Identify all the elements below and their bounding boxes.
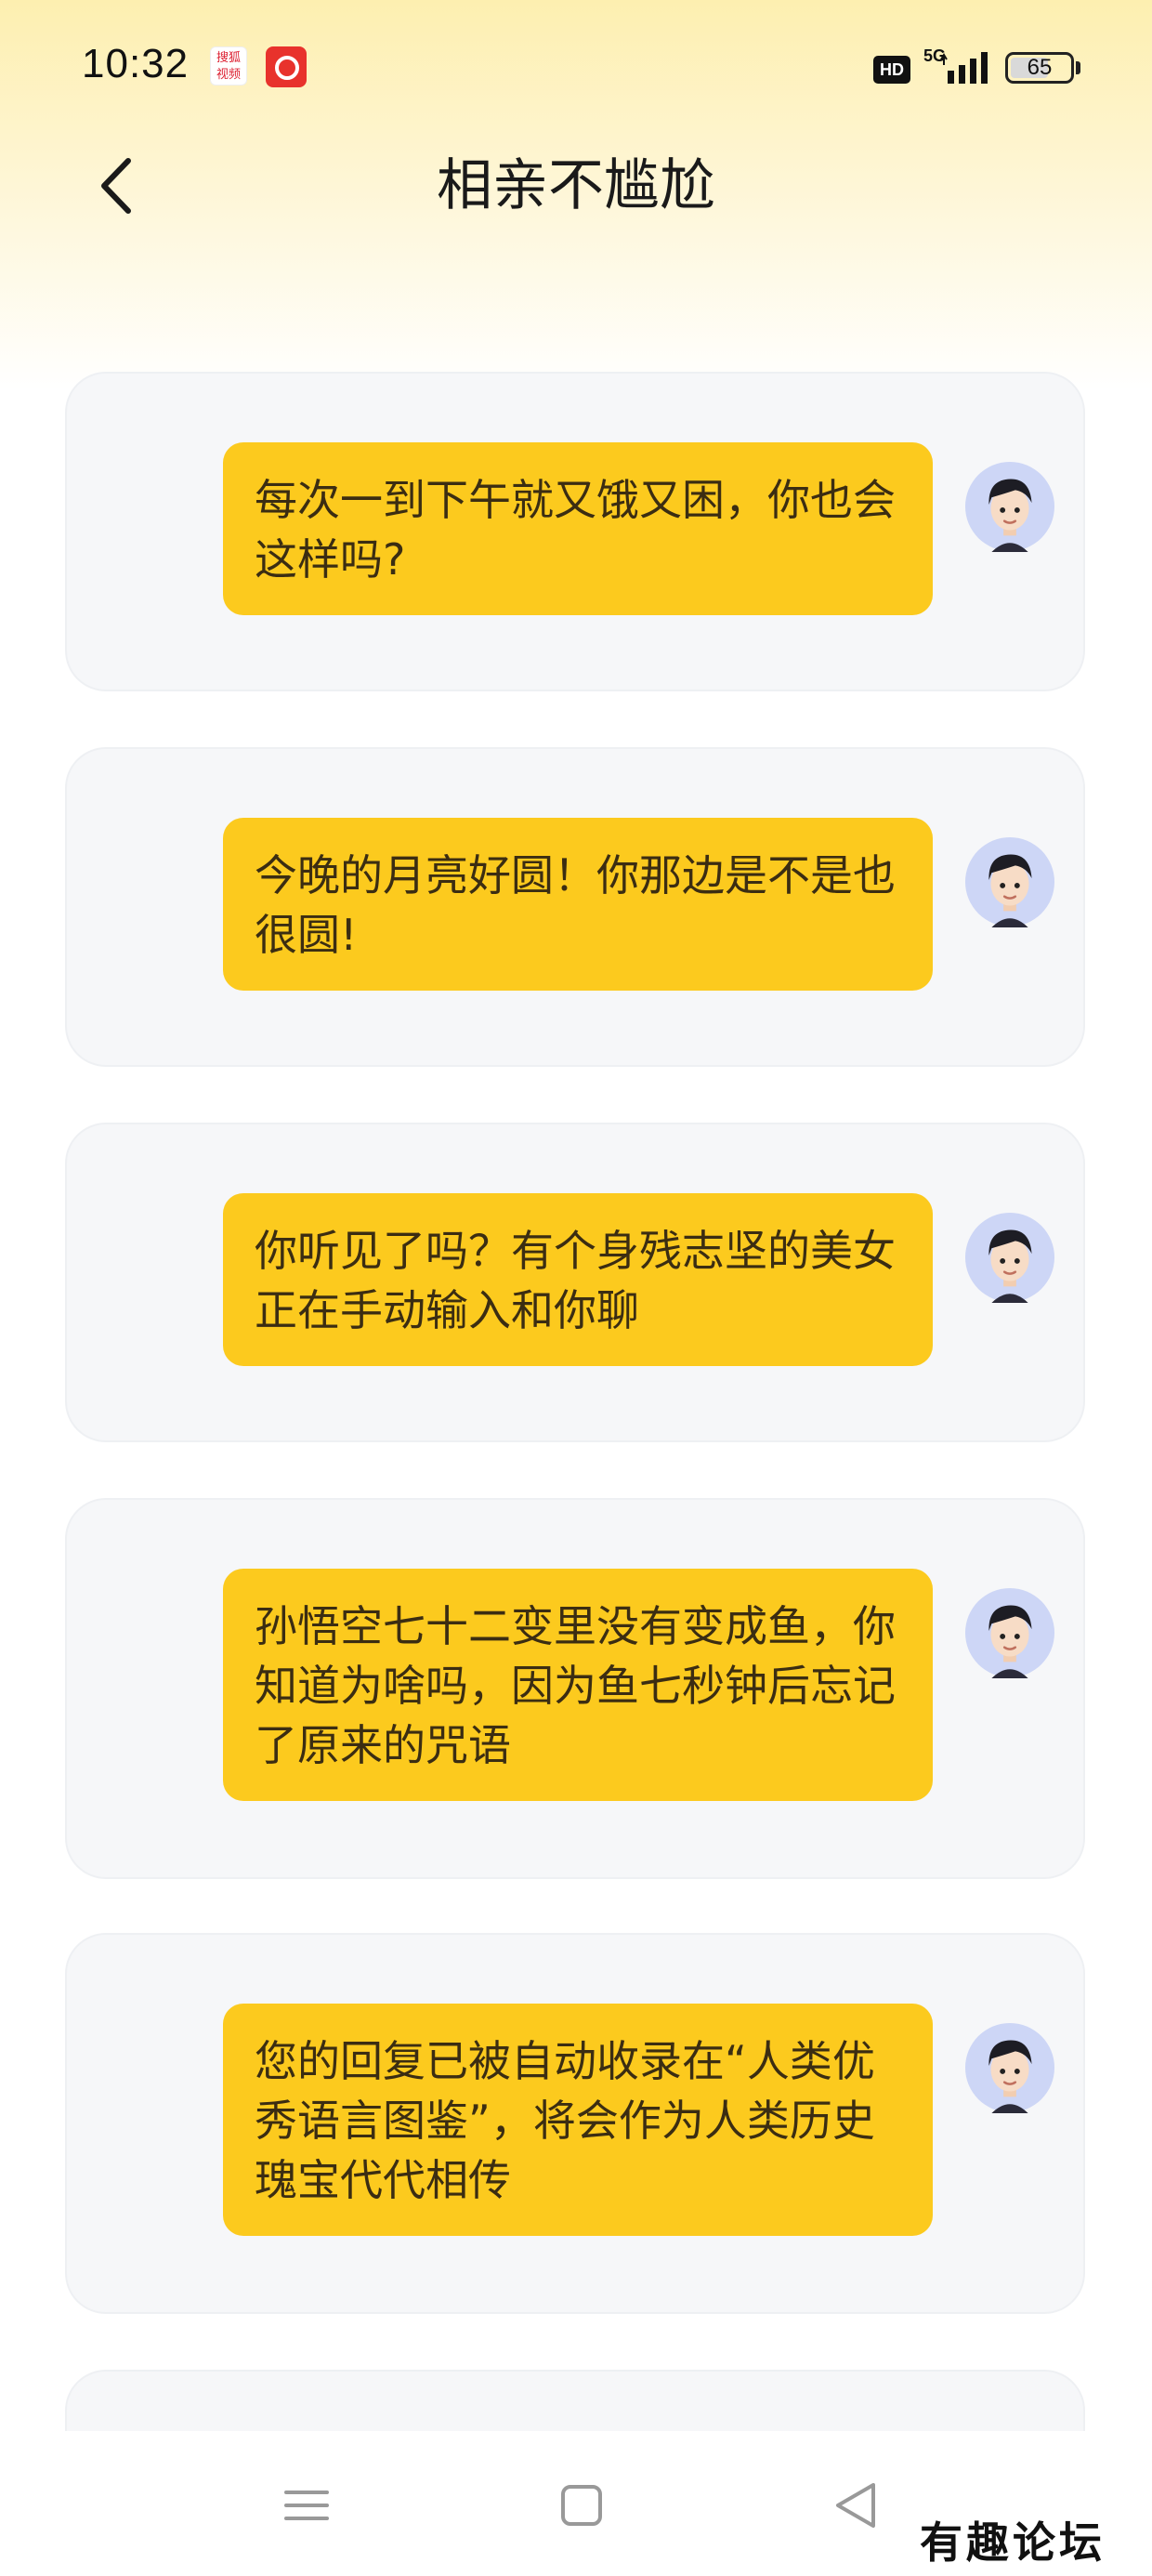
- message-card[interactable]: 你听见了吗？有个身残志坚的美女正在手动输入和你聊: [65, 1123, 1085, 1442]
- message-bubble: 你听见了吗？有个身残志坚的美女正在手动输入和你聊: [223, 1193, 933, 1366]
- netease-music-icon: [266, 46, 307, 87]
- sohu-video-icon: 搜狐 视频: [210, 46, 247, 85]
- message-bubble: 您的回复已被自动收录在“人类优秀语言图鉴”，将会作为人类历史瑰宝代代相传: [223, 2004, 933, 2236]
- message-card[interactable]: 今晚的月亮好圆！你那边是不是也很圆!: [65, 747, 1085, 1067]
- battery-icon: 65: [1005, 52, 1074, 84]
- square-home-icon: [561, 2485, 602, 2526]
- status-time: 10:32: [82, 41, 190, 86]
- page-title: 相亲不尴尬: [437, 153, 715, 218]
- message-card[interactable]: 孙悟空七十二变里没有变成鱼，你知道为啥吗，因为鱼七秒钟后忘记了原来的咒语: [65, 1498, 1085, 1879]
- home-button[interactable]: [544, 2468, 619, 2543]
- system-back-button[interactable]: [819, 2468, 894, 2543]
- message-card[interactable]: 每次一到下午就又饿又困，你也会这样吗?: [65, 372, 1085, 691]
- message-bubble: 每次一到下午就又饿又困，你也会这样吗?: [223, 442, 933, 615]
- status-bar: 10:32 搜狐 视频 HD 5G 65: [0, 0, 1152, 130]
- menu-button[interactable]: [269, 2468, 344, 2543]
- battery-tip: [1076, 61, 1080, 74]
- user-avatar: [964, 836, 1055, 927]
- hd-badge: HD: [873, 56, 910, 84]
- user-avatar: [964, 1212, 1055, 1303]
- menu-icon: [284, 2491, 329, 2520]
- user-avatar: [964, 461, 1055, 552]
- message-bubble: 孙悟空七十二变里没有变成鱼，你知道为啥吗，因为鱼七秒钟后忘记了原来的咒语: [223, 1569, 933, 1801]
- signal-strength-icon: [940, 52, 988, 84]
- back-button[interactable]: [85, 149, 145, 223]
- user-avatar: [964, 1587, 1055, 1678]
- user-avatar: [964, 2022, 1055, 2113]
- watermark: 有趣论坛: [920, 2517, 1106, 2568]
- triangle-back-icon: [836, 2483, 875, 2528]
- chevron-left-icon: [101, 158, 131, 214]
- battery-level-text: 65: [1027, 55, 1053, 80]
- message-bubble: 今晚的月亮好圆！你那边是不是也很圆!: [223, 818, 933, 991]
- screen: 10:32 搜狐 视频 HD 5G 65 相亲不尴尬 每次一到下午就又饿又困，你也…: [0, 0, 1152, 2576]
- message-card[interactable]: 您的回复已被自动收录在“人类优秀语言图鉴”，将会作为人类历史瑰宝代代相传: [65, 1933, 1085, 2314]
